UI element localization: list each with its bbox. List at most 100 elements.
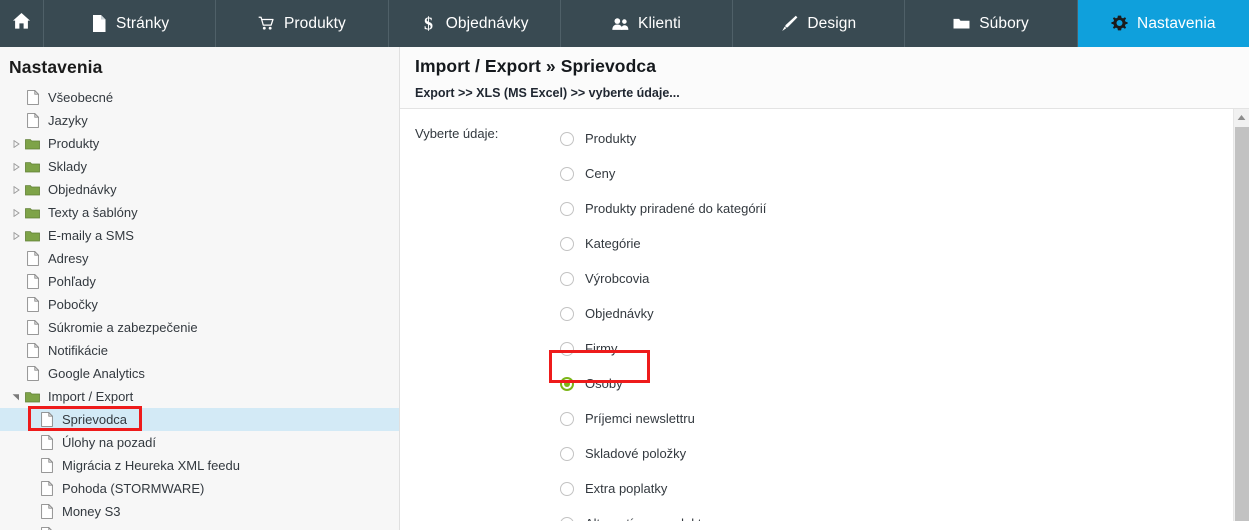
settings-sidebar: Nastavenia Všeobecné Jazyky Produkty Skl…: [0, 47, 400, 530]
sidebar-item-sukromie-a-zabezpecenie[interactable]: Súkromie a zabezpečenie: [0, 316, 399, 339]
export-options-radio-group: Produkty Ceny Produkty priradené do kate…: [549, 121, 1249, 521]
sidebar-item-objednavky[interactable]: Objednávky: [0, 178, 399, 201]
page-title: Import / Export » Sprievodca: [415, 56, 657, 76]
radio-option-skladove-polozky[interactable]: Skladové položky: [560, 436, 1249, 471]
radio-option-label: Extra poplatky: [585, 481, 668, 496]
sidebar-item-label: Pohľady: [48, 274, 96, 289]
nav-tab-label: Súbory: [979, 14, 1029, 32]
file-icon: [37, 477, 56, 500]
sidebar-item-label: Objednávky: [48, 182, 117, 197]
radio-option-prijemci-newslettru[interactable]: Príjemci newslettru: [560, 401, 1249, 436]
radio-option-ceny[interactable]: Ceny: [560, 156, 1249, 191]
radio-option-label: Osoby: [585, 376, 623, 391]
chevron-right-icon[interactable]: [9, 224, 23, 247]
sidebar-item-label: Notifikácie: [48, 343, 108, 358]
sidebar-item-emaily-a-sms[interactable]: E-maily a SMS: [0, 224, 399, 247]
page-icon: [90, 15, 107, 32]
radio-option-produkty-priradene-do-kategorii[interactable]: Produkty priradené do kategórií: [560, 191, 1249, 226]
sidebar-item-partial[interactable]: [0, 523, 399, 530]
sidebar-item-ulohy-na-pozadi[interactable]: Úlohy na pozadí: [0, 431, 399, 454]
sidebar-item-label: Google Analytics: [48, 366, 145, 381]
scroll-up-button[interactable]: [1234, 109, 1249, 125]
main-content: Import / Export » Sprievodca Export >> X…: [400, 47, 1249, 530]
sidebar-item-produkty[interactable]: Produkty: [0, 132, 399, 155]
brush-icon: [781, 15, 798, 32]
radio-option-firmy[interactable]: Firmy: [560, 331, 1249, 366]
cart-icon: [258, 15, 275, 32]
nav-tab-label: Nastavenia: [1137, 14, 1216, 32]
chevron-right-icon[interactable]: [9, 155, 23, 178]
nav-tab-label: Objednávky: [445, 14, 529, 32]
nav-tab-label: Klienti: [638, 14, 681, 32]
sidebar-item-texty-a-sablony[interactable]: Texty a šablóny: [0, 201, 399, 224]
file-icon: [23, 339, 42, 362]
sidebar-item-pobocky[interactable]: Pobočky: [0, 293, 399, 316]
sidebar-item-label: Migrácia z Heureka XML feedu: [62, 458, 240, 473]
nav-tab-design[interactable]: Design: [733, 0, 906, 47]
sidebar-item-label: Sklady: [48, 159, 88, 174]
nav-tab-produkty[interactable]: Produkty: [216, 0, 389, 47]
sidebar-item-pohoda-stormware[interactable]: Pohoda (STORMWARE): [0, 477, 399, 500]
sidebar-item-label: Adresy: [48, 251, 89, 266]
page-body: Nastavenia Všeobecné Jazyky Produkty Skl…: [0, 47, 1249, 530]
radio-icon-selected: [560, 376, 574, 391]
sidebar-item-vseobecne[interactable]: Všeobecné: [0, 86, 399, 109]
sidebar-title: Nastavenia: [9, 57, 103, 77]
scrollbar-thumb[interactable]: [1235, 127, 1249, 521]
folder-icon: [23, 132, 42, 155]
home-button[interactable]: [0, 0, 44, 47]
chevron-down-icon[interactable]: [9, 385, 23, 408]
sidebar-item-google-analytics[interactable]: Google Analytics: [0, 362, 399, 385]
radio-option-label: Produkty priradené do kategórií: [585, 201, 767, 216]
nav-tab-nastavenia[interactable]: Nastavenia: [1077, 0, 1249, 47]
sidebar-item-label: Úlohy na pozadí: [62, 435, 156, 450]
form-field-label: Vyberte údaje:: [415, 126, 499, 141]
nav-tab-subory[interactable]: Súbory: [905, 0, 1078, 47]
sidebar-item-import-export[interactable]: Import / Export: [0, 385, 399, 408]
svg-text:$: $: [424, 14, 433, 33]
sidebar-item-sprievodca[interactable]: Sprievodca: [0, 408, 399, 431]
radio-icon: [560, 201, 574, 216]
sidebar-item-label: Pohoda (STORMWARE): [62, 481, 205, 496]
file-icon: [23, 109, 42, 132]
nav-tab-klienti[interactable]: Klienti: [561, 0, 734, 47]
vertical-scrollbar[interactable]: [1233, 109, 1249, 521]
radio-option-objednavky[interactable]: Objednávky: [560, 296, 1249, 331]
sidebar-item-sklady[interactable]: Sklady: [0, 155, 399, 178]
radio-option-kategorie[interactable]: Kategórie: [560, 226, 1249, 261]
sidebar-item-notifikacie[interactable]: Notifikácie: [0, 339, 399, 362]
radio-option-label: Príjemci newslettru: [585, 411, 695, 426]
radio-option-label: Produkty: [585, 131, 637, 146]
file-icon: [23, 86, 42, 109]
file-icon: [23, 316, 42, 339]
chevron-right-icon[interactable]: [9, 201, 23, 224]
home-icon: [12, 12, 31, 35]
sidebar-item-money-s3[interactable]: Money S3: [0, 500, 399, 523]
radio-icon: [560, 236, 574, 251]
radio-option-osoby[interactable]: Osoby: [560, 366, 1249, 401]
radio-icon: [560, 446, 574, 461]
radio-option-vyrobcovia[interactable]: Výrobcovia: [560, 261, 1249, 296]
radio-option-produkty[interactable]: Produkty: [560, 121, 1249, 156]
sidebar-item-label: Všeobecné: [48, 90, 114, 105]
file-icon: [37, 500, 56, 523]
nav-tab-objednavky[interactable]: $ Objednávky: [389, 0, 561, 47]
folder-icon: [23, 155, 42, 178]
chevron-right-icon[interactable]: [9, 178, 23, 201]
radio-option-alternativne-produkty[interactable]: Alternatívne produkty: [560, 506, 1249, 521]
sidebar-item-label: Sprievodca: [62, 412, 128, 427]
sidebar-item-jazyky[interactable]: Jazyky: [0, 109, 399, 132]
radio-option-extra-poplatky[interactable]: Extra poplatky: [560, 471, 1249, 506]
folder-icon: [953, 15, 970, 32]
chevron-right-icon[interactable]: [9, 132, 23, 155]
file-icon: [37, 523, 56, 530]
nav-tab-label: Stránky: [116, 14, 170, 32]
radio-option-label: Ceny: [585, 166, 616, 181]
sidebar-item-pohlady[interactable]: Pohľady: [0, 270, 399, 293]
radio-option-label: Kategórie: [585, 236, 641, 251]
sidebar-item-label: E-maily a SMS: [48, 228, 134, 243]
nav-tab-stranky[interactable]: Stránky: [44, 0, 217, 47]
sidebar-item-adresy[interactable]: Adresy: [0, 247, 399, 270]
radio-icon: [560, 166, 574, 181]
sidebar-item-migracia-heureka-xml-feed[interactable]: Migrácia z Heureka XML feedu: [0, 454, 399, 477]
